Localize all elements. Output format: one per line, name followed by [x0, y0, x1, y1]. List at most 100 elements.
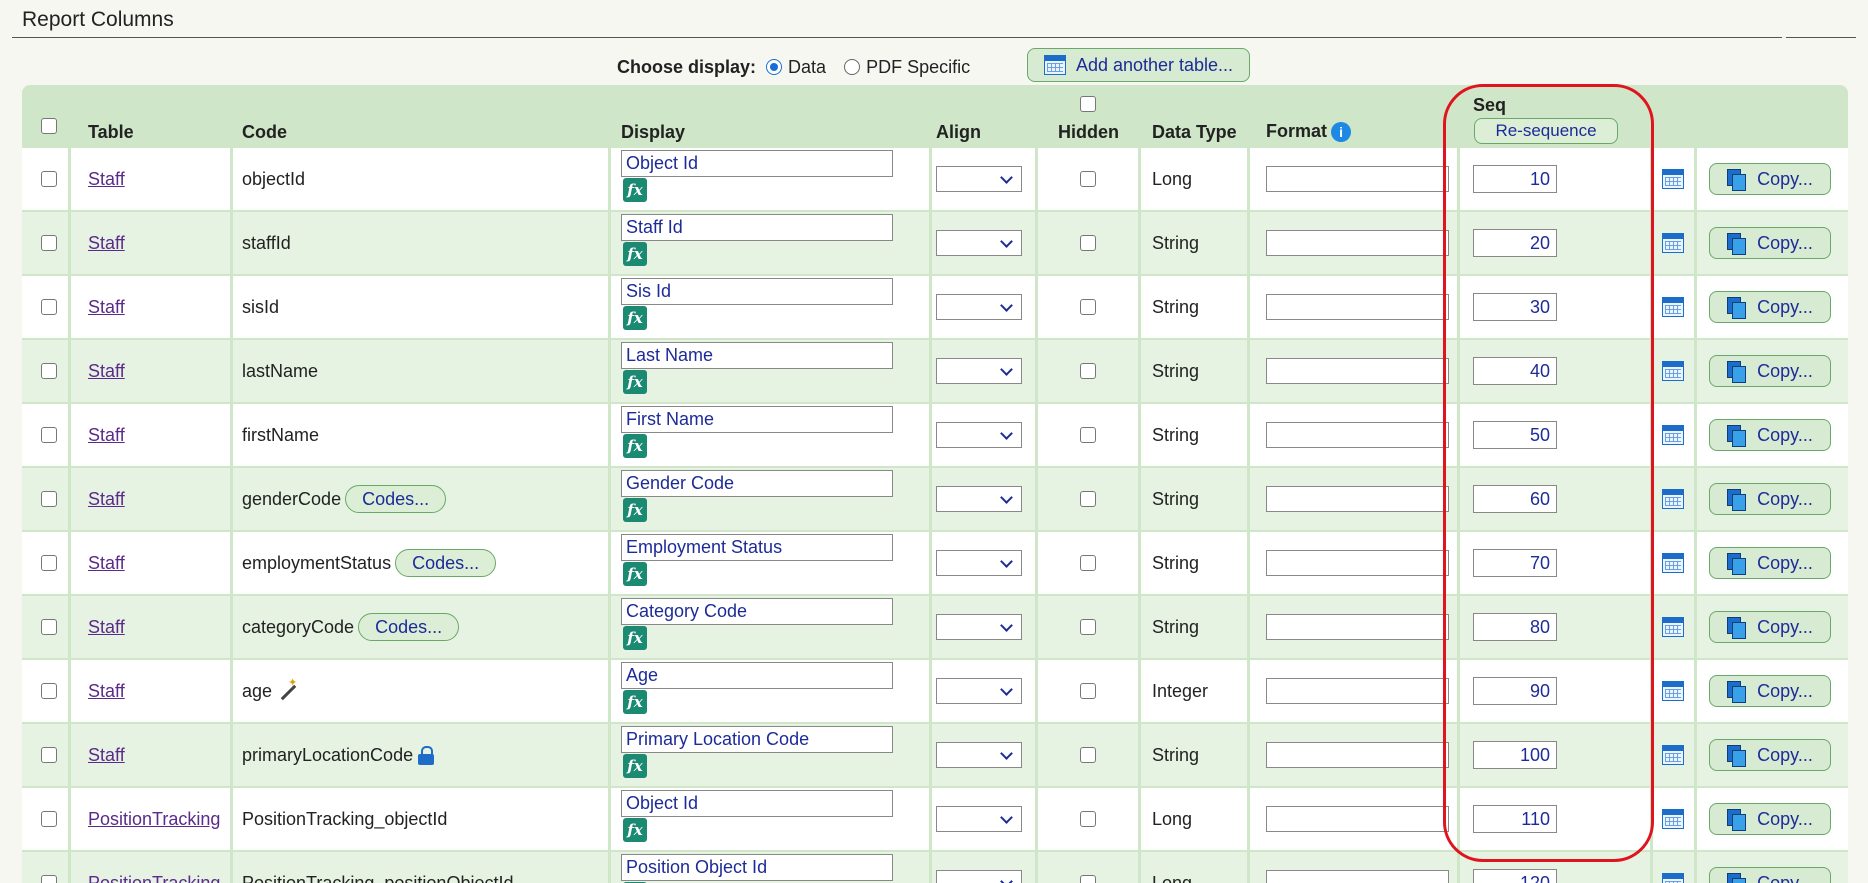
table-link[interactable]: Staff [88, 553, 125, 574]
codes-button[interactable]: Codes... [358, 613, 460, 641]
align-select[interactable] [936, 166, 1022, 192]
seq-input[interactable]: 80 [1473, 613, 1557, 641]
format-input[interactable] [1266, 806, 1449, 832]
copy-button[interactable]: Copy... [1709, 291, 1831, 323]
table-link[interactable]: Staff [88, 617, 125, 638]
hidden-checkbox[interactable] [1080, 811, 1096, 827]
fx-formula-icon[interactable]: fx [623, 626, 647, 650]
table-icon[interactable] [1662, 425, 1684, 445]
display-name-input[interactable]: Position Object Id [621, 854, 893, 881]
fx-formula-icon[interactable]: fx [623, 178, 647, 202]
fx-formula-icon[interactable]: fx [623, 242, 647, 266]
format-input[interactable] [1266, 870, 1449, 883]
fx-formula-icon[interactable]: fx [623, 306, 647, 330]
table-icon[interactable] [1662, 745, 1684, 765]
table-icon[interactable] [1662, 361, 1684, 381]
align-select[interactable] [936, 870, 1022, 883]
fx-formula-icon[interactable]: fx [623, 498, 647, 522]
row-select-checkbox[interactable] [41, 555, 57, 571]
copy-button[interactable]: Copy... [1709, 419, 1831, 451]
table-icon[interactable] [1662, 873, 1684, 883]
copy-button[interactable]: Copy... [1709, 547, 1831, 579]
fx-formula-icon[interactable]: fx [623, 754, 647, 778]
info-icon[interactable]: i [1331, 122, 1352, 143]
seq-input[interactable]: 60 [1473, 485, 1557, 513]
display-name-input[interactable]: Last Name [621, 342, 893, 369]
display-name-input[interactable]: Sis Id [621, 278, 893, 305]
display-name-input[interactable]: Gender Code [621, 470, 893, 497]
display-name-input[interactable]: Category Code [621, 598, 893, 625]
table-icon[interactable] [1662, 617, 1684, 637]
table-link[interactable]: Staff [88, 681, 125, 702]
copy-button[interactable]: Copy... [1709, 483, 1831, 515]
row-select-checkbox[interactable] [41, 811, 57, 827]
format-input[interactable] [1266, 486, 1449, 512]
format-input[interactable] [1266, 358, 1449, 384]
hidden-checkbox[interactable] [1080, 171, 1096, 187]
fx-formula-icon[interactable]: fx [623, 434, 647, 458]
display-name-input[interactable]: Age [621, 662, 893, 689]
format-input[interactable] [1266, 614, 1449, 640]
copy-button[interactable]: Copy... [1709, 867, 1831, 883]
row-select-checkbox[interactable] [41, 747, 57, 763]
copy-button[interactable]: Copy... [1709, 675, 1831, 707]
display-name-input[interactable]: Object Id [621, 790, 893, 817]
align-select[interactable] [936, 486, 1022, 512]
display-name-input[interactable]: Employment Status [621, 534, 893, 561]
copy-button[interactable]: Copy... [1709, 803, 1831, 835]
display-option-pdf[interactable]: PDF Specific [844, 57, 970, 78]
hidden-checkbox[interactable] [1080, 235, 1096, 251]
copy-button[interactable]: Copy... [1709, 355, 1831, 387]
format-input[interactable] [1266, 550, 1449, 576]
row-select-checkbox[interactable] [41, 683, 57, 699]
table-icon[interactable] [1662, 489, 1684, 509]
align-select[interactable] [936, 678, 1022, 704]
table-icon[interactable] [1662, 553, 1684, 573]
row-select-checkbox[interactable] [41, 171, 57, 187]
seq-input[interactable]: 30 [1473, 293, 1557, 321]
copy-button[interactable]: Copy... [1709, 611, 1831, 643]
row-select-checkbox[interactable] [41, 427, 57, 443]
add-another-table-button[interactable]: Add another table... [1027, 48, 1250, 82]
format-input[interactable] [1266, 422, 1449, 448]
format-input[interactable] [1266, 230, 1449, 256]
hidden-checkbox[interactable] [1080, 683, 1096, 699]
copy-button[interactable]: Copy... [1709, 739, 1831, 771]
align-select[interactable] [936, 550, 1022, 576]
table-link[interactable]: Staff [88, 169, 125, 190]
hidden-checkbox[interactable] [1080, 619, 1096, 635]
display-name-input[interactable]: First Name [621, 406, 893, 433]
align-select[interactable] [936, 358, 1022, 384]
magic-wand-icon[interactable] [278, 676, 297, 700]
fx-formula-icon[interactable]: fx [623, 562, 647, 586]
table-link[interactable]: Staff [88, 425, 125, 446]
codes-button[interactable]: Codes... [395, 549, 497, 577]
hidden-checkbox[interactable] [1080, 299, 1096, 315]
seq-input[interactable]: 110 [1473, 805, 1557, 833]
display-option-data[interactable]: Data [766, 57, 826, 78]
align-select[interactable] [936, 422, 1022, 448]
seq-input[interactable]: 70 [1473, 549, 1557, 577]
hidden-checkbox[interactable] [1080, 747, 1096, 763]
table-icon[interactable] [1662, 297, 1684, 317]
hidden-checkbox[interactable] [1080, 875, 1096, 883]
display-name-input[interactable]: Primary Location Code [621, 726, 893, 753]
table-icon[interactable] [1662, 809, 1684, 829]
codes-button[interactable]: Codes... [345, 485, 447, 513]
display-name-input[interactable]: Staff Id [621, 214, 893, 241]
row-select-checkbox[interactable] [41, 235, 57, 251]
align-select[interactable] [936, 742, 1022, 768]
resequence-button[interactable]: Re-sequence [1474, 118, 1618, 144]
radio-pdf[interactable] [844, 59, 861, 75]
seq-input[interactable]: 120 [1473, 869, 1557, 883]
table-icon[interactable] [1662, 169, 1684, 189]
hide-all-checkbox[interactable] [1080, 96, 1096, 112]
fx-formula-icon[interactable]: fx [623, 690, 647, 714]
hidden-checkbox[interactable] [1080, 491, 1096, 507]
align-select[interactable] [936, 230, 1022, 256]
align-select[interactable] [936, 806, 1022, 832]
format-input[interactable] [1266, 166, 1449, 192]
hidden-checkbox[interactable] [1080, 363, 1096, 379]
table-link[interactable]: PositionTracking [88, 873, 220, 883]
seq-input[interactable]: 90 [1473, 677, 1557, 705]
